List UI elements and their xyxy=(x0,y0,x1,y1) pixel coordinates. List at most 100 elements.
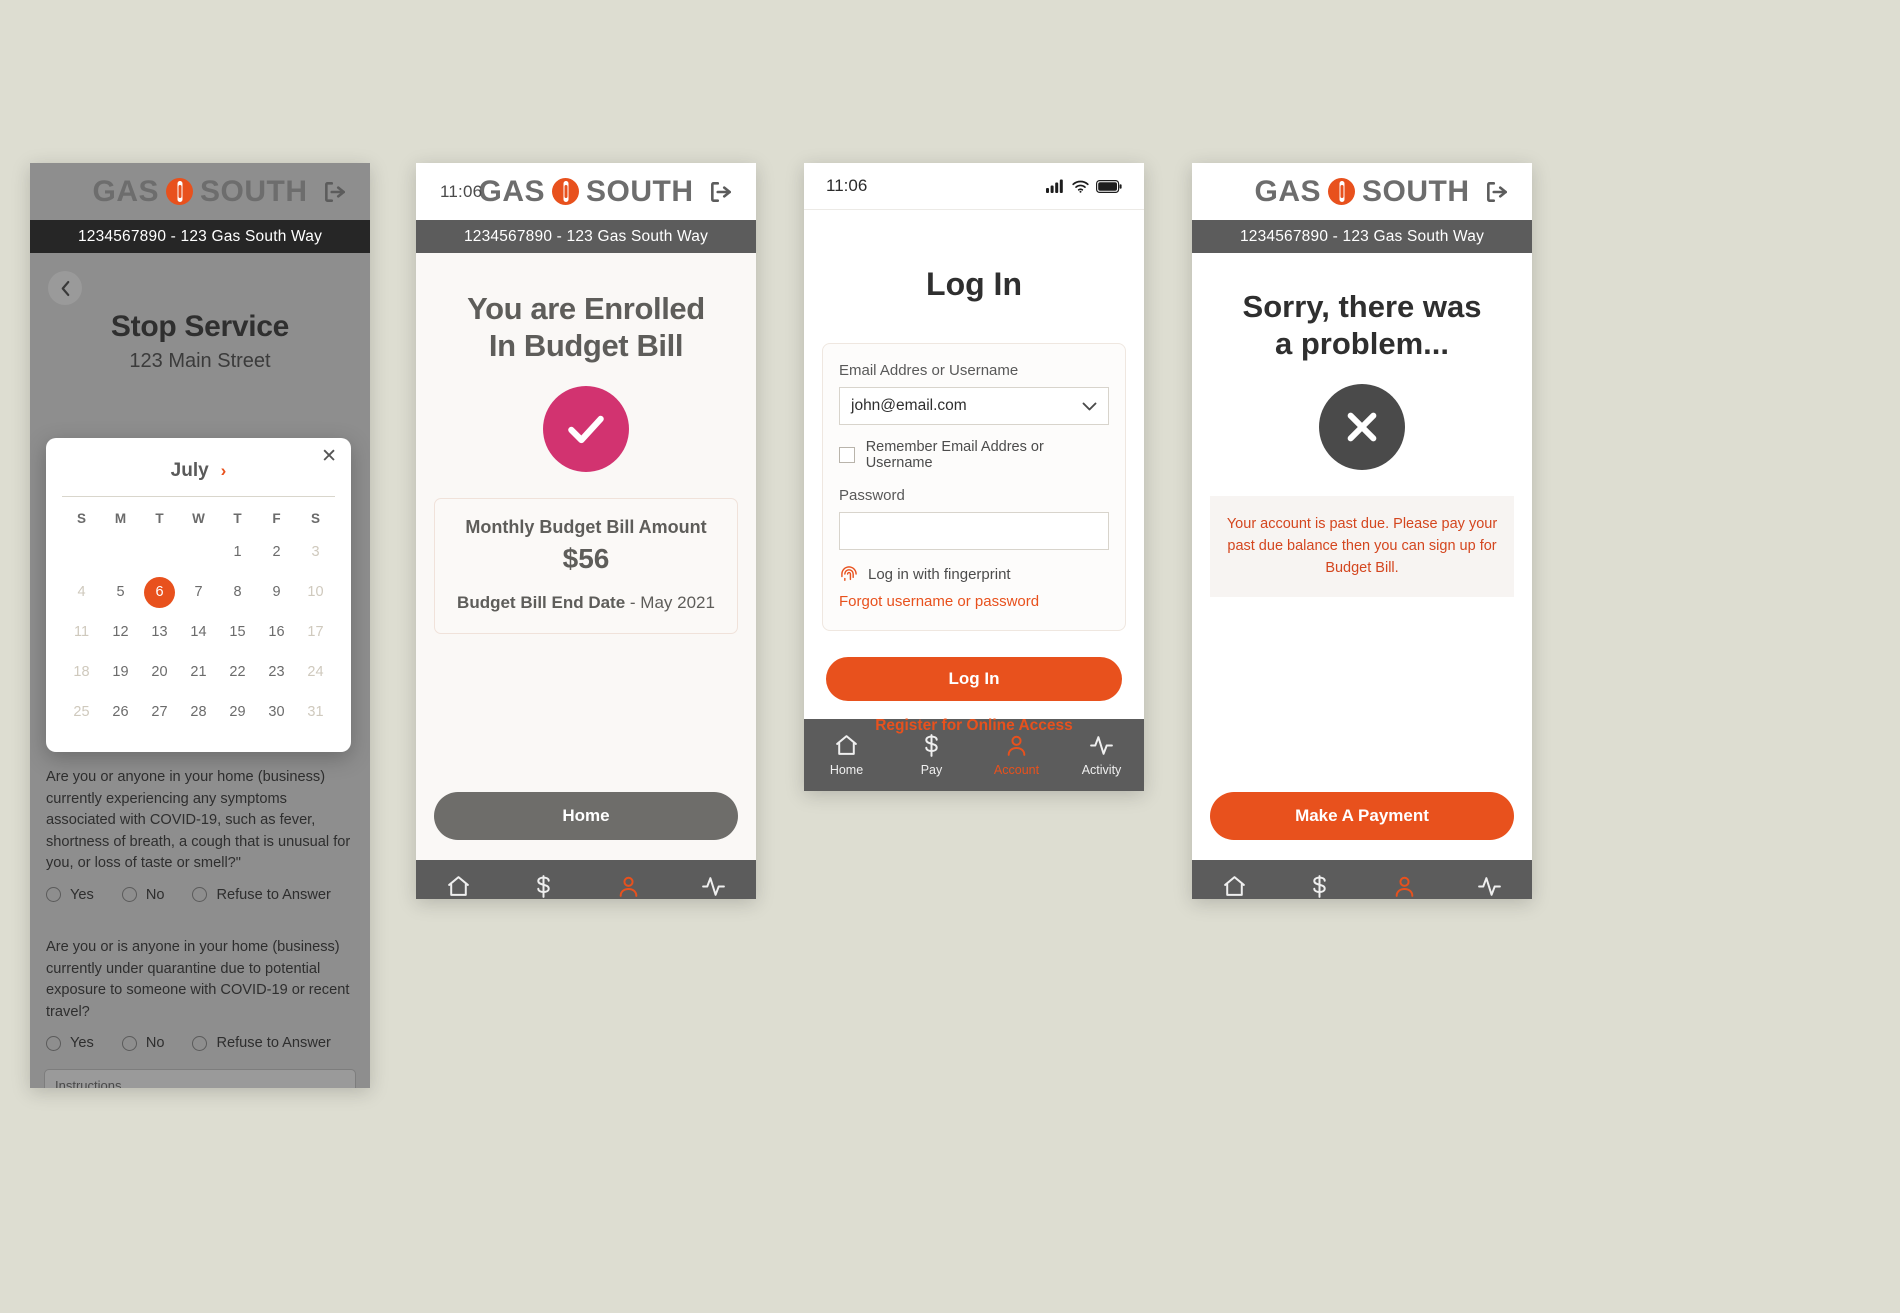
tab-label: Activity xyxy=(1081,763,1122,777)
back-button[interactable] xyxy=(48,271,82,305)
amount-label: Monthly Budget Bill Amount xyxy=(465,517,707,538)
calendar-day xyxy=(62,532,101,572)
radio-label: No xyxy=(145,1035,165,1052)
calendar-day[interactable]: 9 xyxy=(257,572,296,612)
radio-dot[interactable] xyxy=(192,887,208,903)
calendar-day[interactable]: 3 xyxy=(296,532,335,572)
tab-pay[interactable]: Pay xyxy=(501,860,586,899)
register-link[interactable]: Register for Online Access xyxy=(804,717,1144,735)
calendar-day[interactable]: 14 xyxy=(179,612,218,652)
bottom-tab-bar[interactable]: Home Pay Account Activity xyxy=(416,860,756,899)
email-field[interactable]: john@email.com xyxy=(839,387,1109,425)
home-button[interactable]: Home xyxy=(434,792,738,840)
remember-checkbox[interactable] xyxy=(839,447,855,463)
calendar-day[interactable]: 22 xyxy=(218,652,257,692)
calendar-day[interactable]: 1 xyxy=(218,532,257,572)
radio-no[interactable]: No xyxy=(121,1035,165,1052)
calendar-day xyxy=(140,532,179,572)
calendar-day[interactable]: 12 xyxy=(101,612,140,652)
budget-bill-card: Monthly Budget Bill Amount $56 Budget Bi… xyxy=(434,498,738,635)
calendar-day[interactable]: 10 xyxy=(296,572,335,612)
radio-group-2[interactable]: Yes No Refuse to Answer xyxy=(46,1035,354,1051)
end-date-value: - May 2021 xyxy=(629,593,715,613)
radio-refuse[interactable]: Refuse to Answer xyxy=(192,887,331,903)
calendar-day[interactable]: 23 xyxy=(257,652,296,692)
calendar-day[interactable]: 7 xyxy=(179,572,218,612)
radio-no[interactable]: No xyxy=(121,887,164,903)
login-form-card: Email Addres or Username john@email.com … xyxy=(822,343,1126,631)
bottom-tab-bar[interactable]: Home Pay Account Activity xyxy=(1192,860,1532,899)
tab-home[interactable]: Home xyxy=(1192,860,1277,899)
calendar-days-grid[interactable]: 1 2 3 4 5 6 7 8 9 10 11 12 13 14 15 16 17 18 19 20 21 22 23 24 2… xyxy=(62,532,335,732)
calendar-day[interactable]: 5 xyxy=(101,572,140,612)
error-title: Sorry, there was a problem... xyxy=(1192,253,1532,362)
radio-yes[interactable]: Yes xyxy=(46,1035,94,1051)
tab-account[interactable]: Account xyxy=(1362,860,1447,899)
calendar-day[interactable]: 11 xyxy=(62,612,101,652)
radio-dot[interactable] xyxy=(46,887,61,903)
end-date-label: Budget Bill End Date xyxy=(457,593,626,613)
close-icon[interactable]: ✕ xyxy=(321,447,337,466)
wifi-icon xyxy=(1072,180,1089,193)
calendar-day[interactable]: 4 xyxy=(62,572,101,612)
calendar-day[interactable]: 18 xyxy=(62,652,101,692)
login-button[interactable]: Log In xyxy=(826,657,1122,701)
password-field[interactable] xyxy=(839,512,1109,550)
password-label: Password xyxy=(839,487,905,504)
fingerprint-icon[interactable] xyxy=(839,564,859,584)
calendar-day-selected[interactable]: 6 xyxy=(140,572,179,612)
calendar-day[interactable]: 15 xyxy=(218,612,257,652)
calendar-day[interactable]: 27 xyxy=(140,692,179,732)
calendar-day[interactable]: 25 xyxy=(62,692,101,732)
radio-yes[interactable]: Yes xyxy=(46,887,94,903)
calendar-day-label: 6 xyxy=(144,576,175,608)
tab-home[interactable]: Home xyxy=(416,860,501,899)
tab-account[interactable]: Account xyxy=(586,860,671,899)
radio-group-1[interactable]: Yes No Refuse to Answer xyxy=(46,887,354,903)
radio-dot[interactable] xyxy=(192,1035,208,1051)
calendar-day[interactable]: 26 xyxy=(101,692,140,732)
calendar-day[interactable]: 24 xyxy=(296,652,335,692)
calendar-day[interactable]: 20 xyxy=(140,652,179,692)
status-clock: 11:06 xyxy=(826,176,868,195)
calendar-day[interactable]: 8 xyxy=(218,572,257,612)
tab-pay[interactable]: Pay xyxy=(1277,860,1362,899)
covid-question-2: Are you or is anyone in your home (busin… xyxy=(46,938,350,1020)
logout-icon[interactable] xyxy=(1484,179,1510,205)
calendar-day[interactable]: 28 xyxy=(179,692,218,732)
tab-activity[interactable]: Activity xyxy=(671,860,756,899)
radio-refuse[interactable]: Refuse to Answer xyxy=(192,1035,331,1051)
error-title-line1: Sorry, there was xyxy=(1242,289,1482,324)
calendar-day[interactable]: 2 xyxy=(257,532,296,572)
radio-dot[interactable] xyxy=(46,1035,61,1051)
radio-dot[interactable] xyxy=(121,1035,137,1051)
gas-south-logo: GAS SOUTH xyxy=(1254,175,1469,209)
stop-service-body: Stop Service 123 Main Street Yes No Refu… xyxy=(30,253,370,1088)
radio-dot[interactable] xyxy=(121,887,137,903)
calendar-day[interactable]: 19 xyxy=(101,652,140,692)
logout-icon[interactable] xyxy=(322,179,348,205)
flame-icon xyxy=(166,178,193,205)
instructions-field[interactable]: Instructions xyxy=(44,1069,356,1088)
budget-bill-content: You are Enrolled In Budget Bill Monthly … xyxy=(416,253,756,860)
service-address: 123 Main Street xyxy=(129,350,271,372)
chevron-right-icon[interactable]: › xyxy=(221,461,227,481)
login-content: Log In Email Addres or Username john@ema… xyxy=(804,210,1144,734)
tab-activity[interactable]: Activity xyxy=(1447,860,1532,899)
chevron-down-icon[interactable] xyxy=(1082,399,1097,414)
fingerprint-login-row[interactable]: Log in with fingerprint xyxy=(839,564,1109,584)
calendar-day[interactable]: 30 xyxy=(257,692,296,732)
calendar-dow: S xyxy=(76,511,86,526)
calendar-day[interactable]: 29 xyxy=(218,692,257,732)
screenshot-canvas: GAS SOUTH 1234567890 - 123 Gas South Way… xyxy=(0,0,1900,1313)
make-payment-button[interactable]: Make A Payment xyxy=(1210,792,1514,840)
forgot-password-link[interactable]: Forgot username or password xyxy=(839,593,1109,610)
status-clock: 11:06 xyxy=(440,181,483,201)
calendar-day[interactable]: 31 xyxy=(296,692,335,732)
calendar-day[interactable]: 21 xyxy=(179,652,218,692)
calendar-day[interactable]: 16 xyxy=(257,612,296,652)
logout-icon[interactable] xyxy=(708,179,734,205)
remember-checkbox-row[interactable]: Remember Email Addres or Username xyxy=(839,439,1109,471)
calendar-day[interactable]: 17 xyxy=(296,612,335,652)
calendar-day[interactable]: 13 xyxy=(140,612,179,652)
